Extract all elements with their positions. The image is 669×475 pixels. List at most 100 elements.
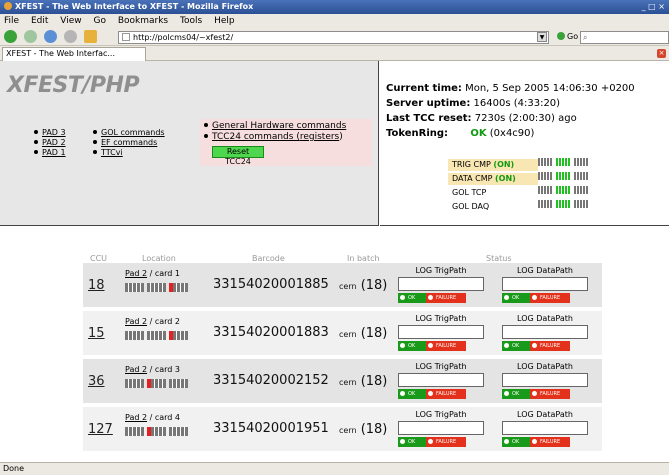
- log-input[interactable]: [398, 421, 484, 435]
- pad-link[interactable]: Pad 2: [125, 269, 147, 278]
- menu-tools[interactable]: Tools: [180, 16, 202, 26]
- registers-link[interactable]: registers: [300, 132, 339, 142]
- link-status-label: DATA CMP (ON): [448, 172, 538, 185]
- command-item[interactable]: GOL commands: [93, 128, 165, 138]
- log-label: LOG TrigPath: [415, 362, 467, 371]
- failure-button[interactable]: FAILURE: [530, 437, 570, 447]
- log-datapath: LOG DataPath OK FAILURE: [502, 314, 588, 351]
- command-item[interactable]: EF commands: [93, 138, 165, 148]
- search-input[interactable]: ⌕: [580, 31, 669, 44]
- link-bars: [538, 172, 592, 184]
- pad-item[interactable]: PAD 1: [34, 148, 66, 158]
- ok-button[interactable]: OK: [398, 437, 426, 447]
- batch-prefix: cern: [339, 282, 357, 291]
- log-input[interactable]: [502, 277, 588, 291]
- log-buttons: OK FAILURE: [398, 437, 484, 447]
- pad-list: PAD 3 PAD 2 PAD 1: [34, 128, 66, 158]
- command-item[interactable]: TTCvi: [93, 148, 165, 158]
- card-label: / card 2: [147, 317, 181, 326]
- pad-3-link[interactable]: PAD 3: [42, 128, 66, 137]
- tcc-reset-row: Last TCC reset: 7230s (2:00:30) ago: [386, 113, 577, 124]
- failure-button[interactable]: FAILURE: [530, 341, 570, 351]
- forward-icon[interactable]: [24, 30, 37, 43]
- menu-bookmarks[interactable]: Bookmarks: [118, 16, 168, 26]
- pad-link[interactable]: Pad 2: [125, 365, 147, 374]
- location-bars: [125, 379, 191, 391]
- ccu-link[interactable]: 15: [88, 326, 105, 341]
- ok-button[interactable]: OK: [398, 293, 426, 303]
- tokenring-status: OK: [470, 128, 487, 139]
- location-bar-block: [169, 331, 188, 340]
- status-bar-block: [574, 186, 589, 194]
- log-label: LOG TrigPath: [415, 266, 467, 275]
- failure-button[interactable]: FAILURE: [426, 293, 466, 303]
- stop-icon[interactable]: [64, 30, 77, 43]
- reload-icon[interactable]: [44, 30, 57, 43]
- go-button[interactable]: Go: [557, 31, 578, 43]
- ccu-link[interactable]: 18: [88, 278, 105, 293]
- tab-xfest[interactable]: XFEST - The Web Interfac...: [2, 47, 146, 61]
- home-icon[interactable]: [84, 30, 97, 43]
- general-hardware-link[interactable]: General Hardware commands: [212, 121, 346, 131]
- log-label: LOG TrigPath: [415, 410, 467, 419]
- log-input[interactable]: [502, 373, 588, 387]
- log-input[interactable]: [398, 277, 484, 291]
- failure-button[interactable]: FAILURE: [530, 293, 570, 303]
- menu-edit[interactable]: Edit: [31, 16, 48, 26]
- control-panel: XFEST/PHP PAD 3 PAD 2 PAD 1 GOL commands…: [0, 61, 379, 226]
- pad-item[interactable]: PAD 2: [34, 138, 66, 148]
- menu-view[interactable]: View: [60, 16, 81, 26]
- gol-commands-link[interactable]: GOL commands: [101, 128, 165, 137]
- pad-link[interactable]: Pad 2: [125, 317, 147, 326]
- location-bar-block: [125, 379, 144, 388]
- link-status-label: GOL TCP: [448, 187, 538, 199]
- log-buttons: OK FAILURE: [398, 341, 484, 351]
- back-icon[interactable]: [4, 30, 17, 43]
- pad-1-link[interactable]: PAD 1: [42, 148, 66, 157]
- ef-commands-link[interactable]: EF commands: [101, 138, 157, 147]
- failure-button[interactable]: FAILURE: [426, 389, 466, 399]
- location-bars: [125, 283, 191, 295]
- window-controls[interactable]: _ □ ×: [642, 0, 665, 14]
- ttcvi-link[interactable]: TTCvi: [101, 148, 123, 157]
- ok-button[interactable]: OK: [502, 437, 530, 447]
- batch-prefix: cern: [339, 378, 357, 387]
- pad-2-link[interactable]: PAD 2: [42, 138, 66, 147]
- log-label: LOG DataPath: [517, 410, 573, 419]
- dropdown-arrow-icon[interactable]: ▼: [537, 32, 547, 42]
- log-input[interactable]: [502, 325, 588, 339]
- ok-button[interactable]: OK: [502, 389, 530, 399]
- menubar: File Edit View Go Bookmarks Tools Help: [0, 14, 669, 28]
- log-input[interactable]: [502, 421, 588, 435]
- log-trigpath: LOG TrigPath OK FAILURE: [398, 314, 484, 351]
- batch-number: (18): [360, 278, 388, 293]
- menu-go[interactable]: Go: [93, 16, 105, 26]
- ccu-link[interactable]: 127: [88, 422, 113, 437]
- failure-button[interactable]: FAILURE: [426, 341, 466, 351]
- link-label: GOL TCP: [452, 187, 487, 197]
- ok-button[interactable]: OK: [398, 341, 426, 351]
- address-bar[interactable]: http://polcms04/~xfest2/: [118, 31, 549, 44]
- status-bar-block: [556, 186, 571, 194]
- status-bar: Done: [0, 462, 669, 475]
- log-input[interactable]: [398, 373, 484, 387]
- ok-button[interactable]: OK: [502, 293, 530, 303]
- uptime-row: Server uptime: 16400s (4:33:20): [386, 98, 560, 109]
- link-status-label: GOL DAQ: [448, 201, 538, 213]
- tcc24-commands-link[interactable]: TCC24 commands (: [212, 132, 300, 142]
- failure-button[interactable]: FAILURE: [426, 437, 466, 447]
- pad-item[interactable]: PAD 3: [34, 128, 66, 138]
- log-input[interactable]: [398, 325, 484, 339]
- log-buttons: OK FAILURE: [502, 341, 588, 351]
- menu-file[interactable]: File: [4, 16, 19, 26]
- location-bar-block: [169, 379, 188, 388]
- ccu-link[interactable]: 36: [88, 374, 105, 389]
- pad-link[interactable]: Pad 2: [125, 413, 147, 422]
- menu-help[interactable]: Help: [214, 16, 235, 26]
- ok-button[interactable]: OK: [398, 389, 426, 399]
- failure-button[interactable]: FAILURE: [530, 389, 570, 399]
- ok-button[interactable]: OK: [502, 341, 530, 351]
- location-header: Location: [142, 254, 176, 263]
- close-tab-icon[interactable]: ×: [657, 49, 666, 58]
- reset-tcc24-button[interactable]: Reset TCC24: [212, 146, 264, 166]
